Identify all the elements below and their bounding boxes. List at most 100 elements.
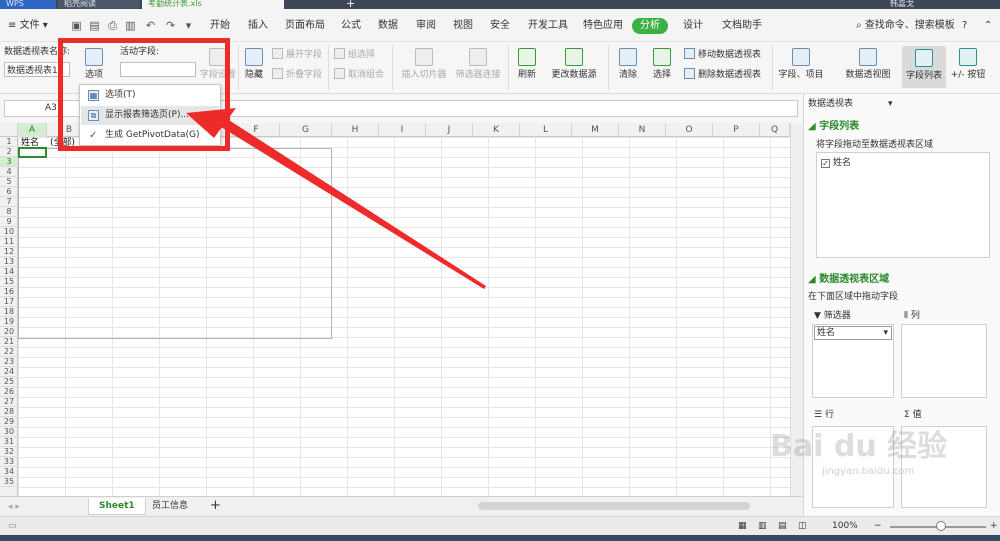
menu-start[interactable]: 开始 [210, 19, 230, 33]
row-header[interactable]: 1 [0, 137, 18, 147]
print-preview-icon[interactable]: ▤ [88, 19, 101, 32]
row-header[interactable]: 4 [0, 167, 18, 177]
menu-insert[interactable]: 插入 [248, 19, 268, 33]
row-header[interactable]: 28 [0, 407, 18, 417]
menu-page-layout[interactable]: 页面布局 [285, 19, 325, 33]
row-header[interactable]: 24 [0, 367, 18, 377]
undo-icon[interactable]: ↶ [144, 19, 157, 32]
row-header[interactable]: 33 [0, 457, 18, 467]
normal-view-icon[interactable]: ▦ [738, 520, 747, 532]
row-header[interactable]: 9 [0, 217, 18, 227]
row-header[interactable]: 30 [0, 427, 18, 437]
menu-analyze[interactable]: 分析 [632, 18, 668, 34]
expand-field-button[interactable]: 展开字段 [272, 48, 322, 61]
move-pivot-button[interactable]: 移动数据透视表 [684, 48, 761, 61]
collapse-field-button[interactable]: 折叠字段 [272, 68, 322, 81]
filter-connections-button[interactable]: 筛选器连接 [452, 48, 504, 81]
pivot-chart-button[interactable]: 数据透视图 [840, 48, 896, 81]
help-button[interactable]: ? [962, 19, 967, 33]
column-header-j[interactable]: J [426, 123, 473, 137]
formula-input[interactable] [200, 100, 798, 117]
row-header[interactable]: 22 [0, 347, 18, 357]
sheet-tab-employee-info[interactable]: 员工信息 [142, 498, 198, 515]
column-header-q[interactable]: Q [760, 123, 790, 137]
column-header-o[interactable]: O [666, 123, 713, 137]
page-layout-view-icon[interactable]: ▤ [778, 520, 787, 532]
refresh-button[interactable]: 刷新 [512, 48, 542, 81]
active-cell-a3[interactable] [18, 147, 47, 158]
row-header[interactable]: 15 [0, 277, 18, 287]
spreadsheet-grid[interactable]: A B C D E F G H I J K L M N O P Q 123456… [0, 123, 790, 496]
filter-area-box[interactable]: 姓名 ▾ [812, 324, 894, 398]
row-header[interactable]: 6 [0, 187, 18, 197]
macro-record-icon[interactable]: ▭ [8, 520, 17, 532]
select-all-corner[interactable] [0, 123, 18, 137]
row-header[interactable]: 18 [0, 307, 18, 317]
menu-design[interactable]: 设计 [683, 19, 703, 33]
row-header[interactable]: 16 [0, 287, 18, 297]
collapse-triangle-icon[interactable]: ◢ [808, 121, 816, 132]
print-icon[interactable]: ⎙ [106, 19, 119, 32]
zoom-level[interactable]: 100% [832, 520, 858, 533]
row-header[interactable]: 27 [0, 397, 18, 407]
ungroup-button[interactable]: 取消组合 [334, 68, 384, 81]
clear-button[interactable]: 清除 [614, 48, 642, 81]
column-header-f[interactable]: F [233, 123, 280, 137]
row-header[interactable]: 23 [0, 357, 18, 367]
plus-minus-buttons-button[interactable]: +/- 按钮 [948, 48, 988, 81]
row-header[interactable]: 17 [0, 297, 18, 307]
export-icon[interactable]: ▥ [124, 19, 137, 32]
add-sheet-button[interactable]: + [200, 498, 231, 515]
column-header-k[interactable]: K [473, 123, 520, 137]
pane-title[interactable]: 数据透视表 [808, 98, 853, 110]
file-menu[interactable]: ≡ 文件 ▾ [8, 19, 48, 33]
zoom-slider-handle[interactable] [936, 521, 946, 531]
column-header-g[interactable]: G [280, 123, 332, 137]
menu-view[interactable]: 视图 [453, 19, 473, 33]
sheet-tab-sheet1[interactable]: Sheet1 [88, 498, 146, 515]
group-select-button[interactable]: 组选择 [334, 48, 375, 61]
insert-slicer-button[interactable]: 插入切片器 [398, 48, 450, 81]
new-tab-button[interactable]: + [340, 0, 358, 9]
hide-button[interactable]: 隐藏 [242, 48, 266, 81]
row-header[interactable]: 14 [0, 267, 18, 277]
column-header-h[interactable]: H [332, 123, 379, 137]
row-header[interactable]: 5 [0, 177, 18, 187]
pane-menu-chevron-icon[interactable]: ▾ [888, 98, 893, 110]
row-header[interactable]: 10 [0, 227, 18, 237]
filter-field-chip[interactable]: 姓名 ▾ [814, 326, 892, 340]
row-header[interactable]: 25 [0, 377, 18, 387]
columns-area-box[interactable] [901, 324, 987, 398]
field-item-name[interactable]: ✓ 姓名 [821, 157, 851, 169]
fields-items-button[interactable]: 字段、项目 [776, 48, 826, 81]
zoom-out-button[interactable]: − [874, 520, 882, 532]
row-header[interactable]: 26 [0, 387, 18, 397]
row-header[interactable]: 11 [0, 237, 18, 247]
menu-data[interactable]: 数据 [378, 19, 398, 33]
column-header-i[interactable]: I [379, 123, 426, 137]
more-chevron-icon[interactable]: ▾ [182, 19, 195, 32]
change-data-source-button[interactable]: 更改数据源 [546, 48, 602, 81]
row-header[interactable]: 35 [0, 477, 18, 487]
select-button[interactable]: 选择 [648, 48, 676, 81]
field-list-button[interactable]: 字段列表 [902, 46, 946, 88]
column-header-a[interactable]: A [18, 123, 47, 137]
row-header[interactable]: 19 [0, 317, 18, 327]
column-header-n[interactable]: N [619, 123, 666, 137]
column-header-p[interactable]: P [713, 123, 760, 137]
chevron-down-icon[interactable]: ▾ [883, 327, 888, 339]
zoom-in-button[interactable]: + [990, 520, 998, 532]
row-header[interactable]: 21 [0, 337, 18, 347]
checkbox-checked-icon[interactable]: ✓ [821, 159, 830, 168]
row-header[interactable]: 12 [0, 247, 18, 257]
user-name[interactable]: 韩嘉戈 [884, 0, 944, 9]
menu-security[interactable]: 安全 [490, 19, 510, 33]
sheet-nav-arrows-icon[interactable]: ◂ ▸ [8, 501, 20, 513]
menu-formulas[interactable]: 公式 [341, 19, 361, 33]
command-search[interactable]: ⌕ 查找命令、搜索模板 [856, 19, 955, 33]
row-header[interactable]: 2 [0, 147, 18, 157]
row-header[interactable]: 29 [0, 417, 18, 427]
tab-docer-reading[interactable]: 稻壳阅读 [58, 0, 140, 9]
row-header[interactable]: 7 [0, 197, 18, 207]
column-header-l[interactable]: L [520, 123, 572, 137]
